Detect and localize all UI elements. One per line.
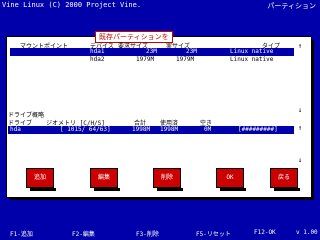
cell-geom: [ 1015/ 64/63]: [60, 126, 111, 133]
status-bar: F1-追加 F2-編集 F3-削除 F5-リセット F12-OK v 1.00: [0, 226, 320, 240]
app-title: Vine Linux (C) 2000 Project Vine.: [2, 1, 142, 9]
cell-req: 1979M: [136, 56, 155, 63]
version-label: v 1.00: [296, 229, 318, 236]
drive-row[interactable]: hda [ 1015/ 64/63] 1998M 1998M 0M [#####…: [8, 126, 294, 134]
cell-type: Linux native: [230, 48, 274, 55]
hint-edit: F2-編集: [72, 231, 95, 238]
ok-button[interactable]: OK: [216, 168, 246, 191]
partition-row[interactable]: hda1 23M 23M Linux native: [10, 48, 294, 56]
cell-device: hda2: [90, 56, 105, 63]
top-bar: Vine Linux (C) 2000 Project Vine. パーティショ…: [0, 0, 320, 10]
cell-actual: 1979M: [176, 56, 195, 63]
add-button[interactable]: 追加: [26, 168, 56, 191]
hint-add: F1-追加: [10, 231, 33, 238]
usage-bar: [#########]: [238, 126, 278, 133]
drive-scrollbar[interactable]: ↑ ↓: [296, 124, 304, 164]
edit-button[interactable]: 編集: [90, 168, 120, 191]
mode-label: パーティション: [267, 2, 316, 10]
cell-device: hda1: [90, 48, 105, 55]
cell-total: 1998M: [132, 126, 151, 133]
hint-ok: F12-OK: [254, 229, 276, 236]
back-button[interactable]: 戻る: [270, 168, 300, 191]
hint-delete: F3-削除: [136, 231, 159, 238]
cell-used: 1998M: [160, 126, 179, 133]
delete-button[interactable]: 削除: [153, 168, 183, 191]
partition-row[interactable]: hda2 1979M 1979M Linux native: [10, 56, 294, 64]
cell-type: Linux native: [230, 56, 274, 63]
cell-drive: hda: [10, 126, 21, 133]
hint-reset: F5-リセット: [196, 231, 231, 238]
cell-actual: 23M: [186, 48, 197, 55]
cell-free: 0M: [204, 126, 212, 133]
cell-req: 23M: [146, 48, 157, 55]
partition-scrollbar[interactable]: ↑ ↓: [296, 42, 304, 114]
